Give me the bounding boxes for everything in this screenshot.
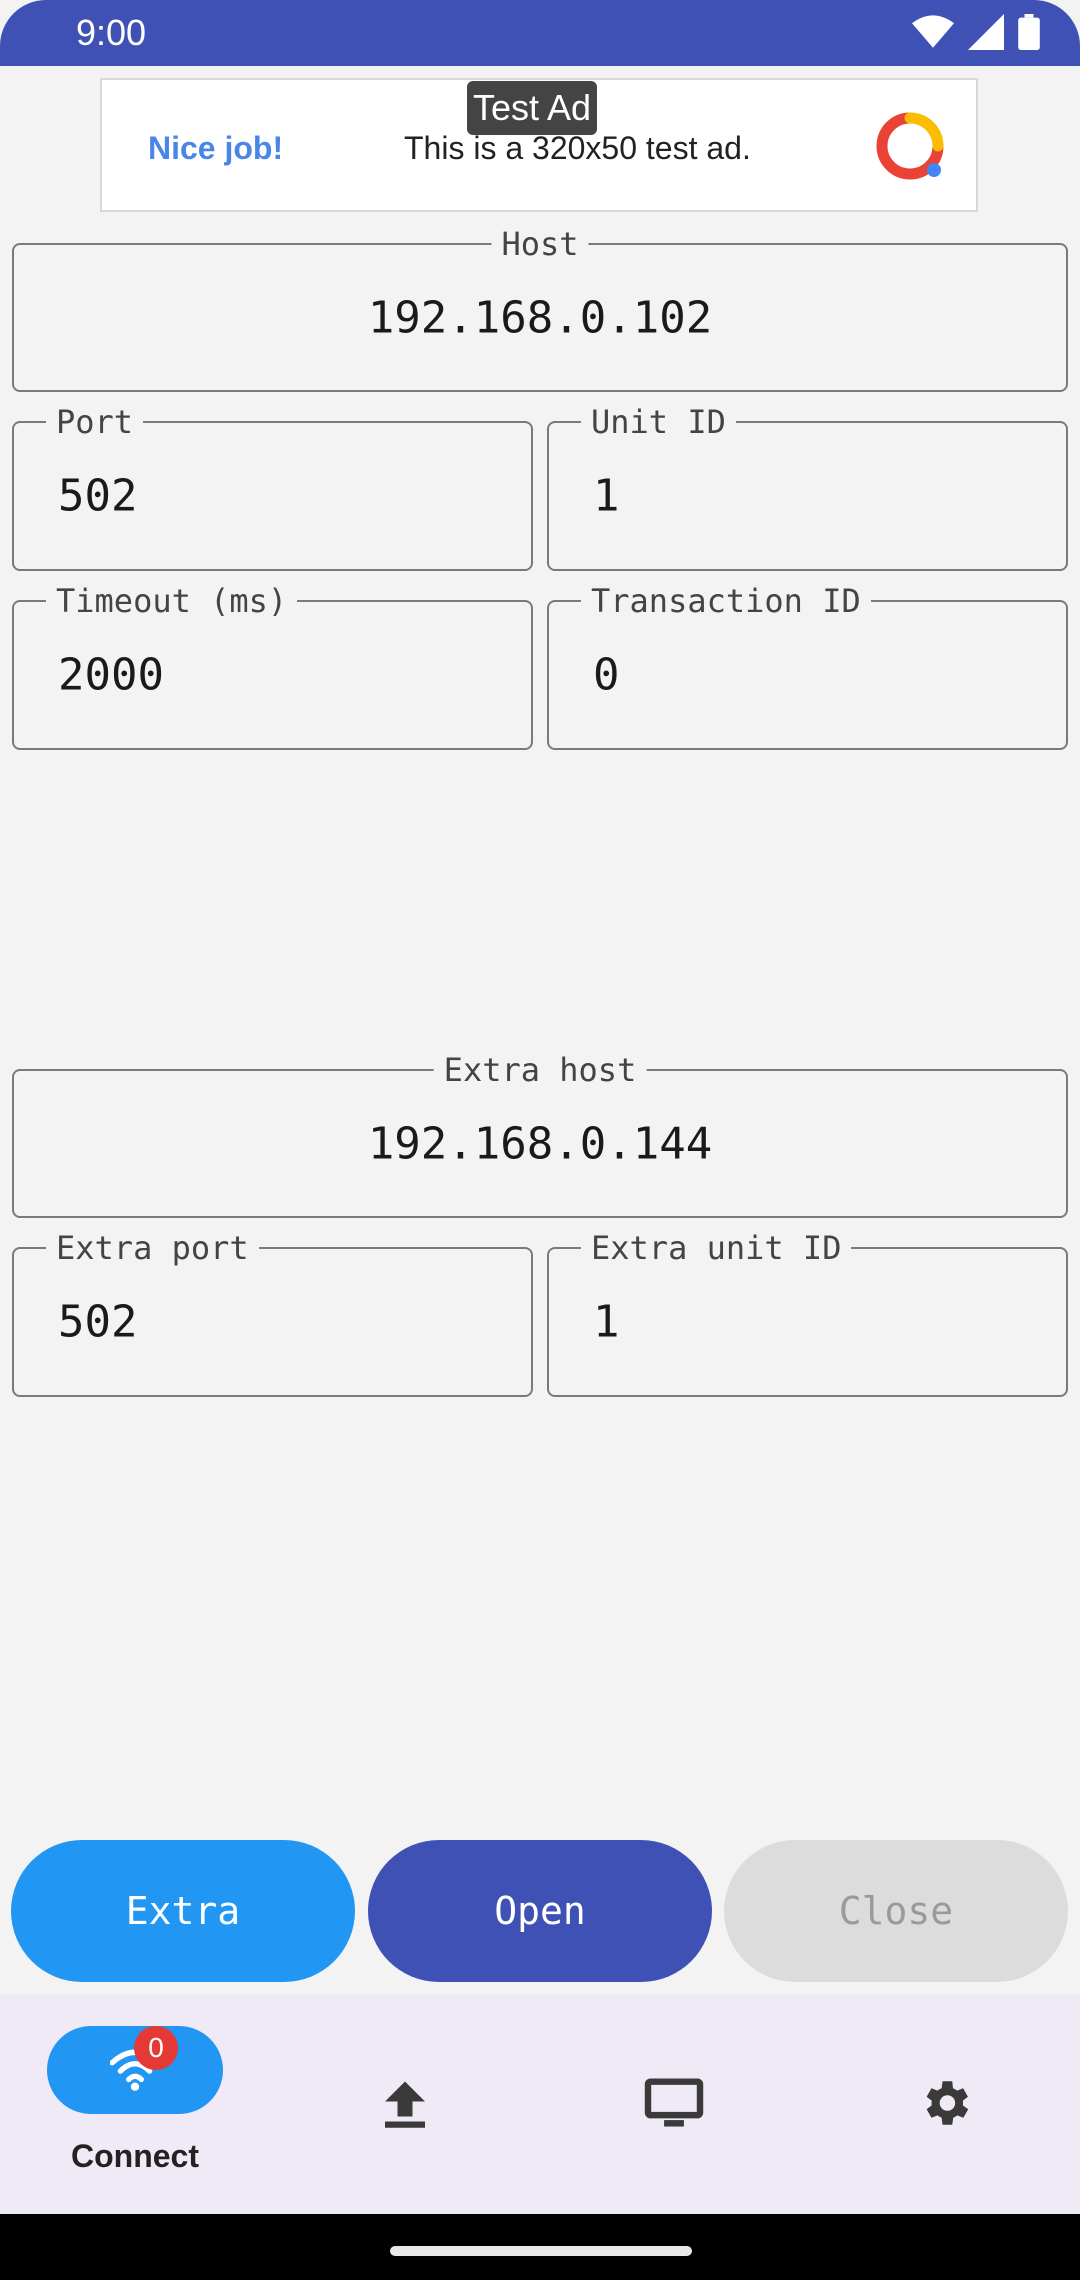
unit-id-field[interactable]: Unit ID 1 xyxy=(547,404,1068,571)
host-value: 192.168.0.102 xyxy=(367,292,713,343)
nav-item-upload[interactable] xyxy=(270,1994,540,2214)
close-button[interactable]: Close xyxy=(724,1840,1068,1982)
notification-badge: 0 xyxy=(134,2026,178,2070)
upload-icon xyxy=(385,2081,425,2128)
extra-host-field[interactable]: Extra host 192.168.0.144 xyxy=(12,1052,1068,1218)
nav-item-connect[interactable]: 0 Connect xyxy=(0,1994,270,2214)
settings-icon xyxy=(926,2081,969,2125)
host-label: Host xyxy=(491,226,589,262)
port-field[interactable]: Port 502 xyxy=(12,404,533,571)
timeout-label: Timeout (ms) xyxy=(46,583,298,619)
extra-unit-id-field[interactable]: Extra unit ID 1 xyxy=(547,1230,1068,1397)
gesture-bar xyxy=(0,2214,1080,2280)
status-time: 9:00 xyxy=(76,12,147,53)
open-button[interactable]: Open xyxy=(368,1840,712,1982)
home-handle[interactable] xyxy=(390,2246,692,2256)
host-field[interactable]: Host 192.168.0.102 xyxy=(12,226,1068,392)
unit-id-value: 1 xyxy=(593,470,620,522)
extra-unit-id-label: Extra unit ID xyxy=(581,1230,852,1266)
ad-banner[interactable]: Test Ad Nice job! This is a 320x50 test … xyxy=(100,78,978,212)
timeout-value: 2000 xyxy=(58,649,164,701)
transaction-id-field[interactable]: Transaction ID 0 xyxy=(547,583,1068,750)
battery-icon xyxy=(1018,14,1040,50)
unit-id-label: Unit ID xyxy=(581,404,736,440)
extra-host-label: Extra host xyxy=(433,1052,647,1088)
open-button-label: Open xyxy=(494,1889,586,1933)
timeout-field[interactable]: Timeout (ms) 2000 xyxy=(12,583,533,750)
monitor-icon xyxy=(644,2078,704,2127)
transaction-id-value: 0 xyxy=(593,649,620,701)
status-bar: 9:00 xyxy=(0,0,1080,66)
ad-badge: Test Ad xyxy=(467,81,598,135)
ad-headline: Nice job! xyxy=(148,130,284,166)
port-label: Port xyxy=(46,404,144,440)
port-value: 502 xyxy=(58,470,138,522)
extra-unit-id-value: 1 xyxy=(593,1296,620,1348)
bottom-navigation: 0 Connect xyxy=(0,1994,1080,2214)
status-icons xyxy=(912,14,1040,50)
nav-label-connect: Connect xyxy=(71,2138,199,2174)
cell-signal-icon xyxy=(968,14,1004,50)
extra-button-label: Extra xyxy=(125,1889,241,1933)
extra-port-field[interactable]: Extra port 502 xyxy=(12,1230,533,1397)
nav-item-monitor[interactable] xyxy=(540,1994,810,2214)
extra-button[interactable]: Extra xyxy=(11,1840,355,1982)
ad-logo-icon xyxy=(876,112,944,180)
extra-port-value: 502 xyxy=(58,1296,138,1348)
extra-host-value: 192.168.0.144 xyxy=(367,1118,713,1169)
ad-text: This is a 320x50 test ad. xyxy=(404,130,751,166)
nav-item-settings[interactable] xyxy=(810,1994,1080,2214)
transaction-id-label: Transaction ID xyxy=(581,583,871,619)
extra-port-label: Extra port xyxy=(46,1230,259,1266)
close-button-label: Close xyxy=(838,1889,954,1933)
wifi-signal-icon xyxy=(912,15,954,48)
